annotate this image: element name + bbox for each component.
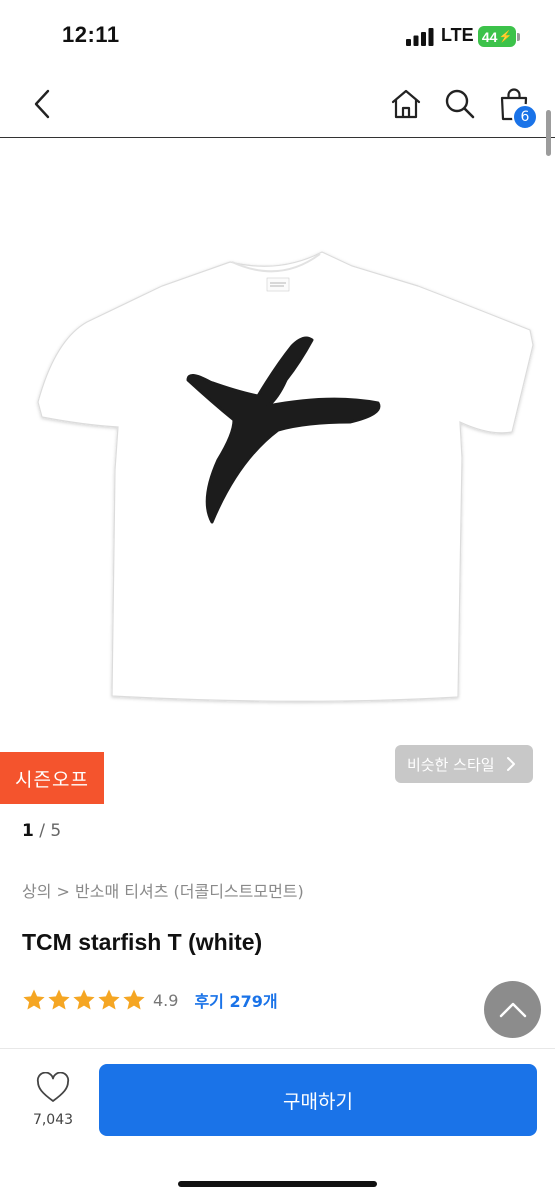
image-pager: 1 / 5: [22, 821, 61, 841]
search-button[interactable]: [440, 84, 480, 124]
home-icon: [391, 89, 421, 119]
battery-cap: [517, 33, 520, 41]
chevron-left-icon: [34, 89, 50, 119]
heart-icon: [36, 1072, 70, 1102]
star-icon: [48, 989, 70, 1010]
season-off-badge: 시즌오프: [0, 752, 104, 804]
buy-button[interactable]: 구매하기: [99, 1064, 537, 1136]
signal-icon: [406, 28, 434, 46]
search-icon: [445, 89, 475, 119]
home-indicator[interactable]: [178, 1181, 377, 1187]
status-bar: 12:11 LTE 44 ⚡: [0, 0, 555, 72]
image-page-current: 1: [22, 821, 34, 841]
image-page-total: / 5: [39, 821, 62, 841]
scroll-to-top-button[interactable]: [484, 981, 541, 1038]
battery-icon: 44 ⚡: [478, 26, 516, 47]
charging-bolt-icon: ⚡: [498, 31, 513, 43]
like-button[interactable]: 7,043: [22, 1072, 84, 1132]
similar-style-label: 비슷한 스타일: [407, 755, 495, 774]
starfish-tshirt-image: [37, 251, 534, 702]
back-button[interactable]: [22, 84, 62, 124]
star-icon: [23, 989, 45, 1010]
cart-count-badge: 6: [512, 104, 538, 130]
bottom-bar-divider: [0, 1048, 555, 1049]
similar-style-button[interactable]: 비슷한 스타일: [395, 745, 533, 783]
chevron-right-icon: [507, 757, 515, 771]
category-breadcrumb[interactable]: 상의 > 반소매 티셔츠 (더콜디스트모먼트): [22, 878, 304, 902]
battery-level: 44: [481, 28, 498, 45]
review-count-link[interactable]: 후기 279개: [194, 988, 277, 1012]
chevron-up-icon: [499, 1002, 526, 1017]
rating-score: 4.9: [153, 990, 179, 1010]
home-button[interactable]: [386, 84, 426, 124]
rating-stars: [22, 988, 147, 1012]
top-nav-bar: [0, 72, 555, 138]
star-icon: [123, 989, 145, 1010]
rating-row: 4.9 후기 279개: [22, 987, 278, 1013]
star-icon: [73, 989, 95, 1010]
like-count: 7,043: [32, 1112, 74, 1128]
status-time: 12:11: [62, 22, 120, 47]
product-image[interactable]: [0, 140, 555, 750]
product-title: TCM starfish T (white): [22, 929, 263, 955]
network-label: LTE: [441, 25, 474, 45]
star-icon: [98, 989, 120, 1010]
